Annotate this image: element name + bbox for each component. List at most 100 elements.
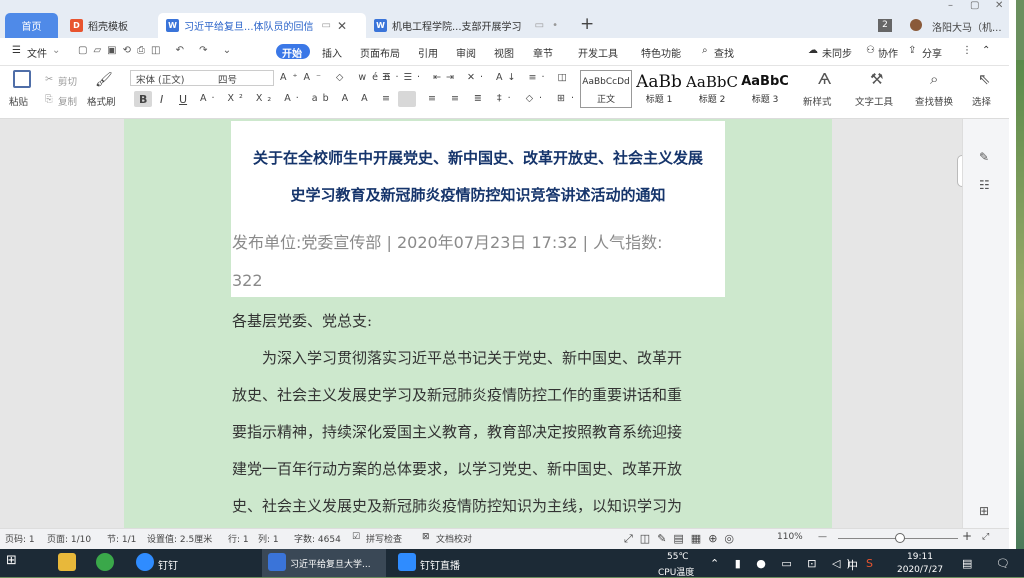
status-setting[interactable]: 设置值: 2.5厘米 bbox=[147, 532, 212, 545]
menu-insert[interactable]: 插入 bbox=[322, 45, 342, 60]
italic-button[interactable]: I bbox=[160, 93, 163, 106]
wps-tray-icon[interactable]: S bbox=[866, 557, 873, 570]
select-icon[interactable]: ⇖ bbox=[978, 70, 991, 88]
select-button[interactable]: 选择 bbox=[972, 94, 1002, 108]
paste-icon[interactable] bbox=[13, 70, 31, 88]
collapse-icon[interactable]: ⌃ bbox=[982, 45, 990, 56]
new-style-icon[interactable]: Ѧ bbox=[818, 70, 831, 88]
status-pages[interactable]: 页面: 1/10 bbox=[47, 532, 91, 545]
share-icon[interactable]: ⇪ bbox=[908, 45, 916, 56]
window-count-badge[interactable]: 2 bbox=[878, 19, 892, 32]
menu-icon[interactable]: ☰ bbox=[12, 45, 21, 56]
new-tab-icon[interactable]: + bbox=[580, 14, 594, 34]
fit-page-icon[interactable]: ⤢ bbox=[982, 532, 989, 542]
show-desktop-icon[interactable]: ▤ bbox=[962, 557, 972, 570]
view-mode-icons[interactable]: ⤢◫✎▤▦⊕◎ bbox=[624, 532, 741, 546]
style-heading1[interactable]: AaBb 标题 1 bbox=[634, 72, 684, 108]
more-icon[interactable]: ⋮ bbox=[962, 45, 972, 56]
share-button[interactable]: 分享 bbox=[922, 45, 942, 60]
sync-status[interactable]: 未同步 bbox=[822, 45, 852, 60]
dingding-icon[interactable] bbox=[136, 553, 154, 571]
underline-button[interactable]: U bbox=[179, 93, 187, 106]
tab-document-1[interactable]: W 习近平给复旦...体队员的回信 ▭ ✕ bbox=[158, 13, 366, 38]
tab-document-2[interactable]: W 机电工程学院...支部开展学习 ▭ • bbox=[366, 13, 566, 38]
copy-button[interactable]: 复制 bbox=[58, 94, 77, 108]
status-word-count[interactable]: 字数: 4654 bbox=[294, 532, 341, 545]
bold-button[interactable]: B bbox=[139, 93, 147, 106]
quick-access-icons[interactable]: ▢▱▣⟲⎙◫ ↶ ↷ ⌄ bbox=[78, 45, 237, 56]
window-close-icon[interactable]: ✕ bbox=[995, 0, 1003, 11]
system-tray-icons[interactable]: ⌃ ▮ ● ▭ ⊡ ◁) bbox=[710, 557, 857, 570]
zoom-in-icon[interactable]: + bbox=[962, 529, 972, 543]
menu-file[interactable]: 文件 bbox=[27, 45, 47, 60]
status-page-number[interactable]: 页码: 1 bbox=[5, 532, 35, 545]
cloud-icon[interactable]: ☁ bbox=[808, 45, 818, 56]
style-heading3[interactable]: AaBbC 标题 3 bbox=[740, 72, 790, 108]
zoom-slider-thumb[interactable] bbox=[895, 533, 905, 543]
spell-check-icon[interactable]: ☑ bbox=[352, 532, 360, 542]
chevron-down-icon[interactable]: ⌄ bbox=[52, 45, 60, 56]
spell-check-button[interactable]: 拼写检查 bbox=[366, 532, 402, 545]
taskbar-dingding[interactable]: 钉钉 bbox=[158, 557, 178, 572]
close-icon[interactable]: ✕ bbox=[337, 19, 347, 33]
status-row[interactable]: 行: 1 bbox=[228, 532, 249, 545]
font-size-value[interactable]: 四号 bbox=[218, 72, 237, 86]
start-icon[interactable]: ⊞ bbox=[6, 553, 17, 568]
minimize-icon[interactable]: – bbox=[948, 0, 953, 11]
wps-writer-icon[interactable] bbox=[268, 553, 286, 571]
user-name[interactable]: 洛阳大马（机... bbox=[932, 19, 1002, 34]
tab-home[interactable]: 首页 bbox=[5, 13, 58, 38]
paste-button[interactable]: 粘贴 bbox=[9, 94, 28, 108]
clock-time[interactable]: 19:11 bbox=[907, 552, 933, 562]
file-explorer-icon[interactable] bbox=[58, 553, 76, 571]
text-tools-icon[interactable]: ⚒ bbox=[870, 70, 883, 88]
font-tools-icons[interactable]: A⁺A⁻ ◇ wén bbox=[280, 72, 396, 83]
paragraph-list-icons[interactable]: ☰·☰· ⇤⇥ ✕· A↓ ≡· ◫ bbox=[382, 72, 572, 83]
menu-start[interactable]: 开始 bbox=[282, 45, 302, 60]
collab-icon[interactable]: ⚇ bbox=[866, 45, 875, 56]
avatar[interactable] bbox=[910, 19, 922, 31]
text-tools-button[interactable]: 文字工具 bbox=[855, 94, 893, 108]
taskbar-dingding-live[interactable]: 钉钉直播 bbox=[420, 557, 460, 572]
proof-icon[interactable]: ⊠ bbox=[422, 532, 430, 542]
cut-button[interactable]: 剪切 bbox=[58, 74, 77, 88]
style-normal[interactable]: AaBbCcDd 正文 bbox=[582, 72, 630, 108]
menu-reference[interactable]: 引用 bbox=[418, 45, 438, 60]
dingding-live-icon[interactable] bbox=[398, 553, 416, 571]
proof-button[interactable]: 文档校对 bbox=[436, 532, 472, 545]
menu-search[interactable]: 查找 bbox=[714, 45, 734, 60]
find-replace-icon[interactable]: ⌕ bbox=[930, 70, 938, 88]
tab-pin-icon[interactable]: ▭ bbox=[322, 20, 331, 31]
zoom-level[interactable]: 110% bbox=[777, 532, 803, 542]
font-effect-icons[interactable]: A· X² X₂ A· ab A A bbox=[200, 93, 373, 104]
ime-indicator[interactable]: 中 bbox=[847, 557, 858, 573]
menu-section[interactable]: 章节 bbox=[533, 45, 553, 60]
new-style-button[interactable]: 新样式 bbox=[803, 94, 832, 108]
tab-pin-icon[interactable]: ▭ bbox=[535, 20, 544, 31]
adjust-icon[interactable]: ☷ bbox=[979, 178, 990, 192]
search-icon[interactable]: ⌕ bbox=[702, 45, 708, 56]
maximize-icon[interactable]: ▢ bbox=[970, 0, 979, 11]
tab-daoke-templates[interactable]: D 稻壳模板 bbox=[62, 13, 154, 38]
clock-date[interactable]: 2020/7/27 bbox=[897, 565, 943, 575]
menu-features[interactable]: 特色功能 bbox=[641, 45, 681, 60]
menu-view[interactable]: 视图 bbox=[494, 45, 514, 60]
menu-developer[interactable]: 开发工具 bbox=[578, 45, 618, 60]
menu-review[interactable]: 审阅 bbox=[456, 45, 476, 60]
pen-icon[interactable]: ✎ bbox=[979, 150, 989, 164]
format-painter-button[interactable]: 格式刷 bbox=[87, 94, 116, 108]
status-column[interactable]: 列: 1 bbox=[258, 532, 279, 545]
grid-icon[interactable]: ⊞ bbox=[979, 504, 989, 518]
collab-button[interactable]: 协作 bbox=[878, 45, 898, 60]
cut-icon[interactable]: ✂ bbox=[45, 74, 53, 85]
notification-icon[interactable]: 🗨 bbox=[996, 557, 1010, 570]
browser-icon[interactable] bbox=[96, 553, 114, 571]
copy-icon[interactable]: ⎘ bbox=[45, 94, 53, 105]
zoom-out-icon[interactable]: — bbox=[818, 532, 827, 542]
style-heading2[interactable]: AaBbC 标题 2 bbox=[686, 72, 738, 108]
format-painter-icon[interactable]: 🖌 bbox=[95, 72, 113, 88]
taskbar-wps-document[interactable]: 习近平给复旦大学... bbox=[290, 557, 371, 570]
status-section[interactable]: 节: 1/1 bbox=[107, 532, 136, 545]
menu-layout[interactable]: 页面布局 bbox=[360, 45, 400, 60]
find-replace-button[interactable]: 查找替换 bbox=[915, 94, 953, 108]
